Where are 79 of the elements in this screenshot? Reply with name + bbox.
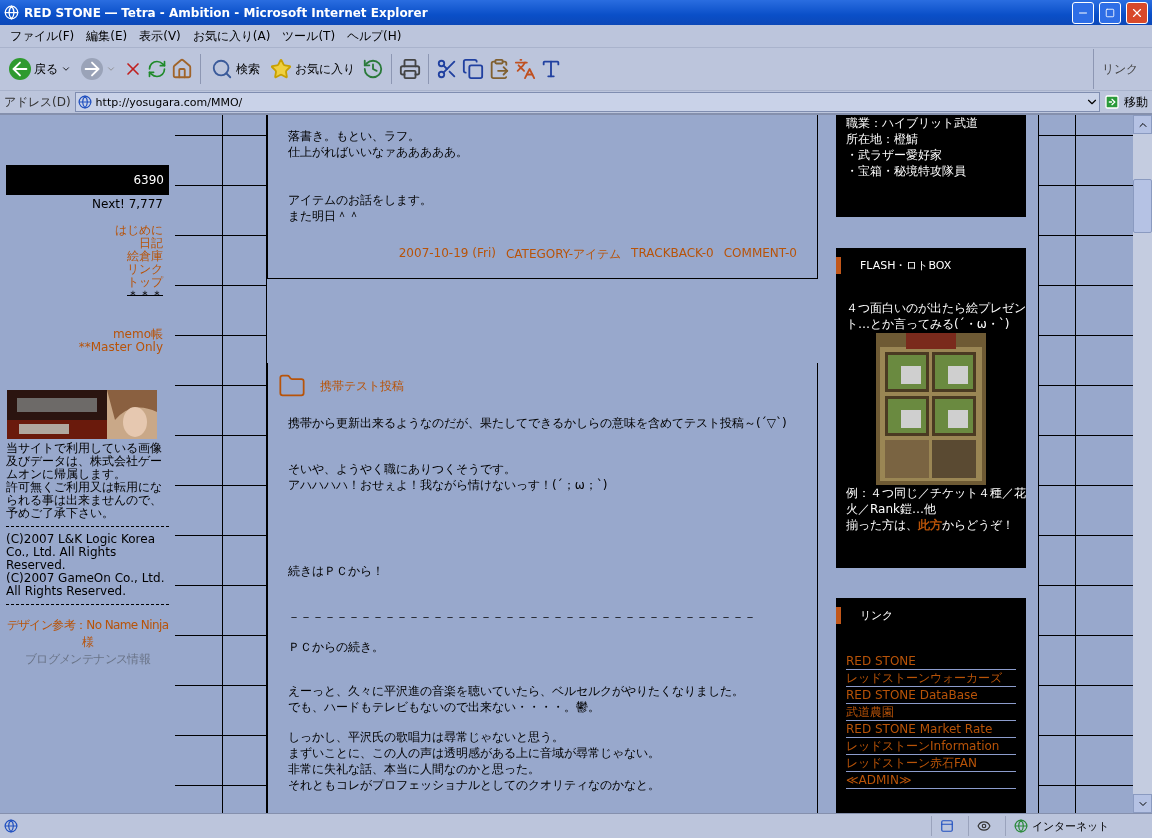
printer-icon[interactable] bbox=[399, 58, 421, 80]
here-link[interactable]: 此方 bbox=[918, 518, 942, 533]
back-button[interactable]: 戻る bbox=[6, 56, 74, 82]
link-item[interactable]: レッドストーンInformation bbox=[846, 738, 1016, 756]
globe-icon bbox=[1014, 819, 1028, 833]
panel-icon[interactable] bbox=[940, 819, 954, 833]
history-icon[interactable] bbox=[362, 58, 384, 80]
copyright-text: (C)2007 GameOn Co., Ltd. All Rights Reserved. bbox=[5, 572, 166, 598]
close-button[interactable] bbox=[1126, 1, 1148, 24]
search-button[interactable]: 検索 bbox=[208, 56, 263, 82]
search-icon bbox=[211, 58, 233, 80]
post-text: また明日＾＾ bbox=[288, 208, 361, 224]
box-title: リンク bbox=[860, 608, 893, 624]
post-text: 続きはＰＣから！ bbox=[288, 563, 385, 579]
post-text: －－－－－－－－－－－－－－－－－－－－－－－－－－－－－－－－－－－－－－－ bbox=[288, 609, 757, 625]
post-text: 非常に失礼な話、本当に人間なのかと思った。 bbox=[288, 761, 541, 777]
flash-examples-text: 例：４つ同じ／チケット４種／花火／Rank鎧…他 bbox=[845, 485, 1026, 518]
address-label: アドレス(D) bbox=[4, 93, 71, 111]
maximize-button[interactable] bbox=[1099, 1, 1121, 24]
visitor-counter: 6390 bbox=[6, 165, 169, 195]
cut-icon[interactable] bbox=[436, 58, 458, 80]
post-text: 落書き。もとい、ラフ。 bbox=[288, 128, 421, 144]
address-field[interactable]: http://yosugara.com/MMO/ bbox=[74, 92, 1100, 112]
post-text: それともコレがプロフェッショナルとしてのクオリティなのかなと。 bbox=[288, 777, 661, 793]
menu-item[interactable]: 編集(E) bbox=[80, 27, 134, 45]
copy-icon[interactable] bbox=[462, 58, 484, 80]
browser-icon[interactable] bbox=[4, 5, 19, 20]
favorites-button[interactable]: お気に入り bbox=[267, 56, 358, 82]
scroll-thumb[interactable] bbox=[1133, 179, 1152, 233]
post-text: しっかし、平沢氏の歌唱力は尋常じゃないと思う。 bbox=[288, 729, 565, 745]
post-text: えーっと、久々に平沢進の音楽を聴いていたら、ベルセルクがやりたくなりました。 bbox=[288, 683, 745, 699]
translate-icon[interactable] bbox=[514, 58, 536, 80]
profile-text: ・宝箱・秘境特攻隊員 bbox=[845, 163, 967, 179]
link-item[interactable]: RED STONE DataBase bbox=[846, 687, 1016, 705]
profile-text: 所在地：橙鯖 bbox=[845, 131, 919, 147]
post-text: そいや、ようやく職にありつくそうです。 bbox=[288, 461, 517, 477]
maximize-icon bbox=[1105, 7, 1115, 18]
post-text: でも、ハードもテレビもないので出来ない・・・・。鬱。 bbox=[288, 699, 601, 715]
box-title: FLASH・ロトBOX bbox=[860, 258, 952, 274]
menu-item[interactable]: お気に入り(A) bbox=[186, 27, 277, 45]
link-item[interactable]: レッドストーンウォーカーズ bbox=[846, 670, 1016, 688]
flash-cta-text: 揃った方は、此方からどうぞ！ bbox=[845, 517, 1015, 534]
profile-text: ・武ラザー愛好家 bbox=[845, 147, 943, 163]
next-count-text: Next! 7,777 bbox=[91, 197, 164, 211]
post-text: 携帯から更新出来るようなのだが、果たしてできるかしらの意味を含めてテスト投稿～(´▽`) bbox=[288, 415, 788, 431]
post-text: 仕上がればいいなァあああああ。 bbox=[288, 144, 469, 160]
flash-intro-text: ４つ面白いのが出たら絵プレゼント…とか言ってみる(´・ω・`) bbox=[845, 300, 1026, 333]
link-item[interactable]: ≪ADMIN≫ bbox=[846, 772, 1016, 790]
profile-text: 職業：ハイブリット武道 bbox=[845, 115, 979, 131]
link-item[interactable]: RED STONE Market Rate bbox=[846, 721, 1016, 739]
font-icon[interactable] bbox=[540, 58, 562, 80]
link-item[interactable]: 武道農園 bbox=[846, 704, 1016, 722]
caret-icon[interactable] bbox=[61, 64, 71, 74]
paste-icon[interactable] bbox=[488, 58, 510, 80]
window-title: RED STONE ― Tetra - Ambition - Microsoft Internet Explorer bbox=[24, 5, 429, 20]
post-text: ＰＣからの続き。 bbox=[288, 639, 385, 655]
star-icon bbox=[270, 58, 292, 80]
zone-text: インターネット bbox=[1032, 818, 1109, 834]
notice-text: 許可無くご利用又は転用になられる事は出来ませんので、予めご了承下さい。 bbox=[5, 481, 163, 520]
link-item[interactable]: レッドストーン赤石FAN bbox=[846, 755, 1016, 773]
post-text: まずいことに、この人の声は透明感がある上に音域が尋常じゃない。 bbox=[288, 745, 661, 761]
heading-marker bbox=[836, 607, 841, 625]
post-text: アハハハハ！おせぇよ！我ながら情けないっす！(´；ω；`) bbox=[288, 477, 609, 493]
refresh-icon[interactable] bbox=[147, 59, 167, 79]
heading-marker bbox=[836, 257, 841, 275]
menu-item[interactable]: 表示(V) bbox=[133, 27, 187, 45]
link-item[interactable]: RED STONE bbox=[846, 653, 1016, 671]
menu-item[interactable]: ファイル(F) bbox=[4, 27, 81, 45]
links-label[interactable]: リンク bbox=[1093, 49, 1152, 89]
go-button[interactable]: 移動 bbox=[1104, 93, 1148, 111]
minimize-button[interactable] bbox=[1072, 1, 1094, 24]
post-text: アイテムのお話をします。 bbox=[288, 192, 433, 208]
home-icon[interactable] bbox=[171, 58, 193, 80]
notice-text: 当サイトで利用している画像及びデータは、株式会社ゲームオンに帰属します。 bbox=[5, 442, 163, 481]
nav-link[interactable]: ＊＊＊ bbox=[127, 289, 163, 302]
scrollbar[interactable] bbox=[1133, 115, 1152, 813]
menu-item[interactable]: ヘルプ(H) bbox=[341, 27, 408, 45]
copyright-text: (C)2007 L&K Logic Korea Co., Ltd. All Rights Reserved. bbox=[5, 533, 157, 572]
menu-item[interactable]: ツール(T) bbox=[276, 27, 342, 45]
